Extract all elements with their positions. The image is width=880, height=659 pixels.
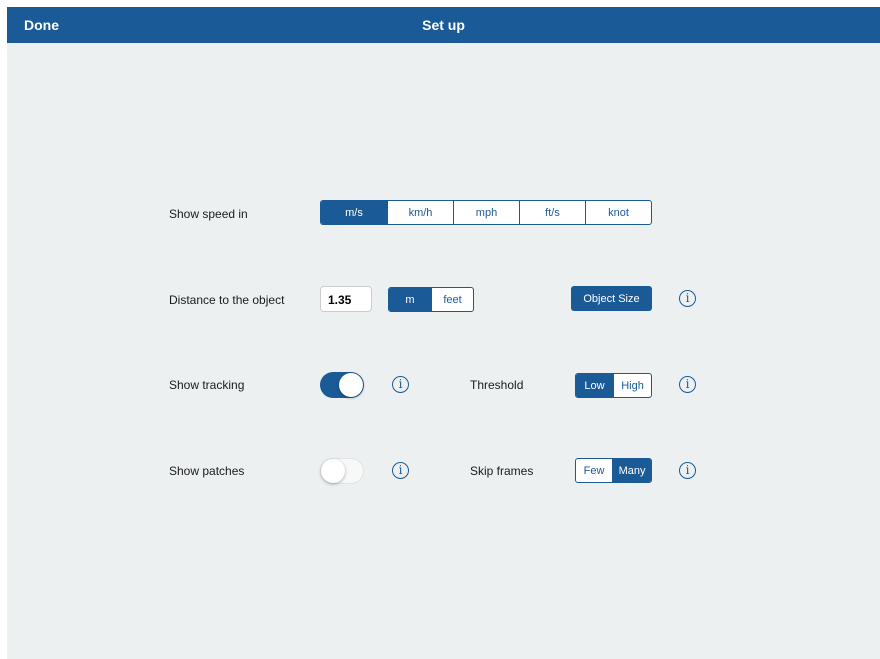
settings-screen: Done Set up Show speed in m/s km/h mph f… (7, 7, 880, 659)
speed-unit-kmh[interactable]: km/h (387, 201, 453, 224)
skip-frames-many[interactable]: Many (612, 459, 651, 482)
threshold-high[interactable]: High (613, 374, 651, 397)
speed-unit-mps[interactable]: m/s (321, 201, 387, 224)
speed-unit-knot[interactable]: knot (585, 201, 651, 224)
speed-unit-fts[interactable]: ft/s (519, 201, 585, 224)
skip-frames-label: Skip frames (470, 464, 534, 478)
patches-toggle[interactable] (320, 458, 364, 484)
distance-unit-segmented-control: m feet (388, 287, 474, 312)
distance-unit-m[interactable]: m (389, 288, 431, 311)
patches-label: Show patches (169, 464, 245, 478)
distance-unit-feet[interactable]: feet (430, 288, 473, 311)
speed-unit-mph[interactable]: mph (453, 201, 519, 224)
toggle-knob (321, 459, 345, 483)
page-title: Set up (422, 17, 465, 33)
speed-unit-label: Show speed in (169, 207, 248, 221)
tracking-label: Show tracking (169, 378, 245, 392)
distance-label: Distance to the object (169, 293, 285, 307)
threshold-info-icon[interactable]: i (679, 376, 696, 393)
threshold-segmented-control: Low High (575, 373, 652, 398)
skip-frames-segmented-control: Few Many (575, 458, 652, 483)
skip-frames-few[interactable]: Few (576, 459, 612, 482)
threshold-low[interactable]: Low (576, 374, 613, 397)
patches-info-icon[interactable]: i (392, 462, 409, 479)
skip-frames-info-icon[interactable]: i (679, 462, 696, 479)
threshold-label: Threshold (470, 378, 524, 392)
toggle-knob (339, 373, 363, 397)
speed-unit-segmented-control: m/s km/h mph ft/s knot (320, 200, 652, 225)
object-size-info-icon[interactable]: i (679, 290, 696, 307)
distance-input[interactable]: 1.35 (320, 286, 372, 312)
tracking-toggle[interactable] (320, 372, 364, 398)
navigation-bar: Done Set up (7, 7, 880, 43)
object-size-button[interactable]: Object Size (571, 286, 652, 311)
tracking-info-icon[interactable]: i (392, 376, 409, 393)
